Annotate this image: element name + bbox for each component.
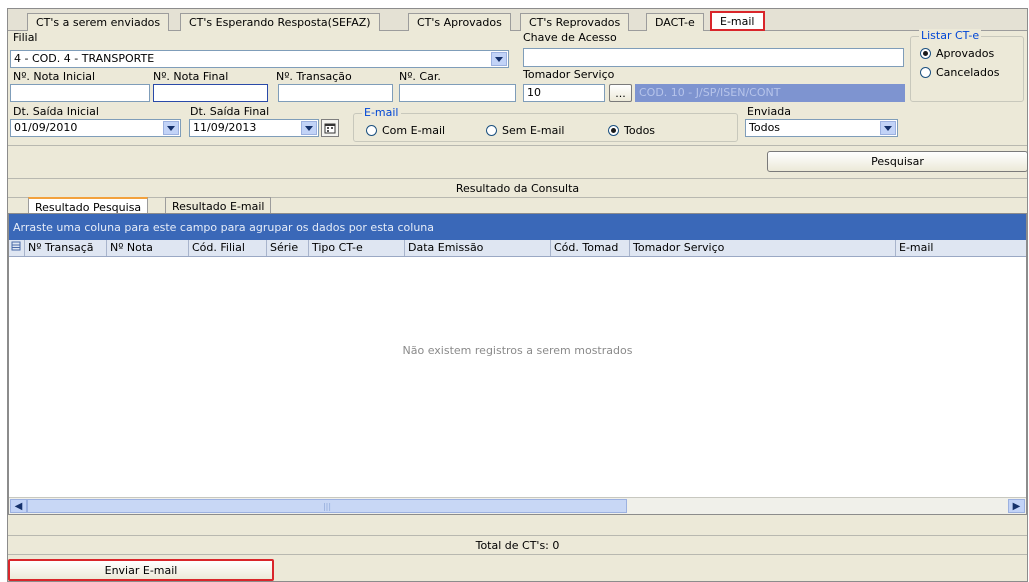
tab-ct-esperando-resposta[interactable]: CT's Esperando Resposta(SEFAZ) xyxy=(180,13,380,31)
calendar-icon[interactable] xyxy=(321,119,339,137)
tab-resultado-email[interactable]: Resultado E-mail xyxy=(165,197,272,214)
pesquisar-button[interactable]: Pesquisar xyxy=(767,151,1028,172)
radio-sem-email[interactable]: Sem E-mail xyxy=(486,124,564,137)
tomador-code-input[interactable]: 10 xyxy=(523,84,605,102)
tomador-description: COD. 10 - J/SP/ISEN/CONT xyxy=(635,84,905,102)
radio-com-email[interactable]: Com E-mail xyxy=(366,124,445,137)
radio-todos[interactable]: Todos xyxy=(608,124,655,137)
radio-cancelados[interactable]: Cancelados xyxy=(920,66,999,79)
nota-final-label: Nº. Nota Final xyxy=(153,70,229,83)
scroll-thumb[interactable]: ||| xyxy=(27,499,627,513)
tab-dact-e[interactable]: DACT-e xyxy=(646,13,704,31)
divider xyxy=(8,145,1027,146)
column-header[interactable]: Tipo CT-e xyxy=(309,240,405,256)
scroll-right-icon[interactable]: ▶ xyxy=(1008,499,1025,513)
chevron-down-icon[interactable] xyxy=(163,121,179,135)
scroll-left-icon[interactable]: ◀ xyxy=(10,499,27,513)
filial-label: Filial xyxy=(13,31,38,44)
tab-ct-a-serem-enviados[interactable]: CT's a serem enviados xyxy=(27,13,170,31)
results-grid: Arraste uma coluna para este campo para … xyxy=(8,213,1027,515)
column-header[interactable]: E-mail xyxy=(896,240,1028,256)
radio-selected-icon xyxy=(608,125,619,136)
email-filter-group: E-mail Com E-mail Sem E-mail Todos xyxy=(353,106,738,142)
column-header[interactable]: Série xyxy=(267,240,309,256)
chave-acesso-label: Chave de Acesso xyxy=(523,31,617,44)
main-window: CT's a serem enviados CT's Esperando Res… xyxy=(7,8,1028,582)
nota-inicial-input[interactable] xyxy=(10,84,150,102)
tomador-label: Tomador Serviço xyxy=(523,68,615,81)
nota-inicial-label: Nº. Nota Inicial xyxy=(13,70,96,83)
column-header[interactable]: Nº Nota xyxy=(107,240,189,256)
result-subtabs: Resultado Pesquisa Resultado E-mail xyxy=(8,197,1027,214)
total-footer: Total de CT's: 0 xyxy=(8,535,1027,555)
column-header[interactable]: Cód. Filial xyxy=(189,240,267,256)
transacao-label: Nº. Transação xyxy=(276,70,352,83)
tomador-browse-button[interactable]: ... xyxy=(609,84,632,102)
group-by-area[interactable]: Arraste uma coluna para este campo para … xyxy=(9,214,1026,240)
car-label: Nº. Car. xyxy=(399,70,441,83)
empty-message: Não existem registros a serem mostrados xyxy=(402,344,633,357)
radio-aprovados[interactable]: Aprovados xyxy=(920,47,994,60)
chave-acesso-input[interactable] xyxy=(523,48,904,67)
dt-inicial-label: Dt. Saída Inicial xyxy=(13,105,99,118)
column-chooser-icon[interactable] xyxy=(9,240,25,256)
tab-ct-aprovados[interactable]: CT's Aprovados xyxy=(408,13,511,31)
chevron-down-icon[interactable] xyxy=(491,52,507,66)
tab-resultado-pesquisa[interactable]: Resultado Pesquisa xyxy=(28,197,149,214)
radio-empty-icon xyxy=(366,125,377,136)
tab-bar: CT's a serem enviados CT's Esperando Res… xyxy=(8,9,1027,31)
listar-cte-group: Listar CT-e Aprovados Cancelados xyxy=(910,29,1024,102)
email-group-label: E-mail xyxy=(362,106,401,119)
radio-empty-icon xyxy=(486,125,497,136)
tab-ct-reprovados[interactable]: CT's Reprovados xyxy=(520,13,630,31)
column-header[interactable]: Data Emissão xyxy=(405,240,551,256)
chevron-down-icon[interactable] xyxy=(301,121,317,135)
chevron-down-icon[interactable] xyxy=(880,121,896,135)
dt-final-picker[interactable]: 11/09/2013 xyxy=(189,119,319,137)
column-header[interactable]: Cód. Tomad xyxy=(551,240,630,256)
horizontal-scrollbar[interactable]: ◀ ||| ▶ xyxy=(9,497,1026,514)
enviar-email-button[interactable]: Enviar E-mail xyxy=(8,559,274,581)
dt-final-label: Dt. Saída Final xyxy=(190,105,270,118)
dt-inicial-picker[interactable]: 01/09/2010 xyxy=(10,119,181,137)
resultado-consulta-header: Resultado da Consulta xyxy=(8,178,1027,198)
column-header[interactable]: Nº Transaçã xyxy=(25,240,107,256)
filial-value: 4 - COD. 4 - TRANSPORTE xyxy=(14,52,155,65)
enviada-label: Enviada xyxy=(747,105,791,118)
radio-selected-icon xyxy=(920,48,931,59)
radio-empty-icon xyxy=(920,67,931,78)
column-header[interactable]: Tomador Serviço xyxy=(630,240,896,256)
enviada-select[interactable]: Todos xyxy=(745,119,898,137)
column-header-row: Nº Transaçã Nº Nota Cód. Filial Série Ti… xyxy=(9,240,1026,257)
filial-select[interactable]: 4 - COD. 4 - TRANSPORTE xyxy=(10,50,509,68)
tab-email[interactable]: E-mail xyxy=(710,11,765,31)
transacao-input[interactable] xyxy=(278,84,393,102)
listar-cte-label: Listar CT-e xyxy=(919,29,982,42)
car-input[interactable] xyxy=(399,84,516,102)
nota-final-input[interactable] xyxy=(153,84,268,102)
